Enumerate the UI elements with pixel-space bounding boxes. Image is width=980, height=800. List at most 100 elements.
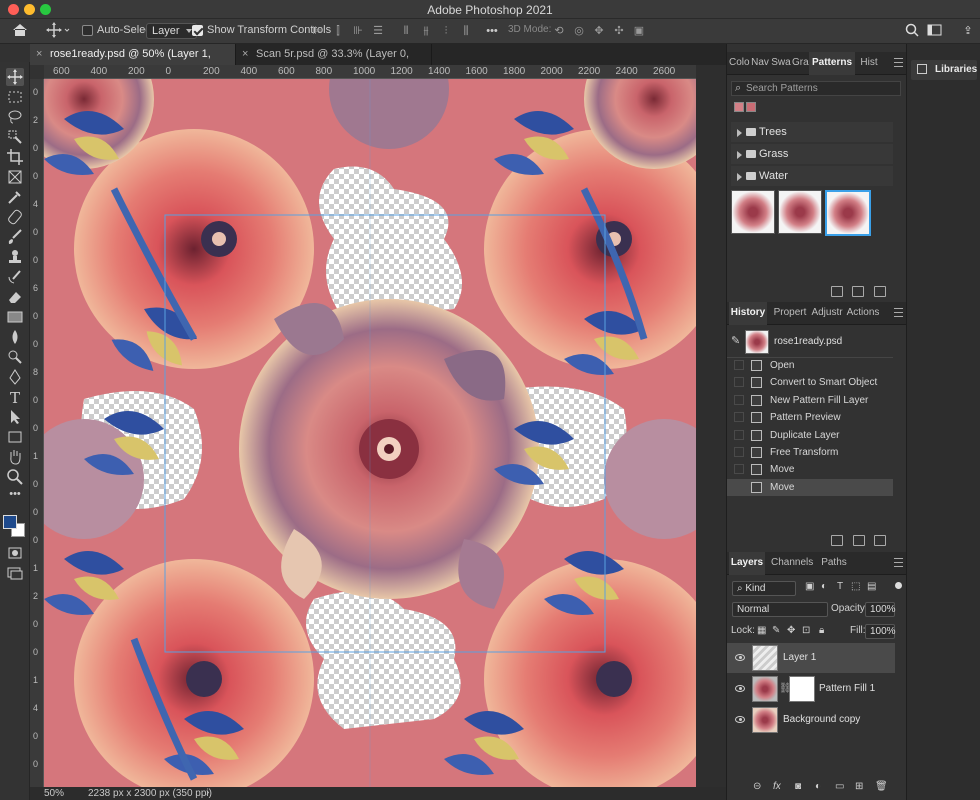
- tab-rose1ready[interactable]: × rose1ready.psd @ 50% (Layer 1, RGB/8) …: [30, 44, 236, 80]
- filter-adjustment-icon[interactable]: ◐: [821, 581, 827, 592]
- history-brush-source-checkbox[interactable]: [734, 377, 744, 388]
- tab-history[interactable]: History: [729, 302, 767, 325]
- vertical-scrollbar[interactable]: [696, 65, 726, 787]
- history-brush-source-checkbox[interactable]: [734, 394, 744, 405]
- visibility-eye-icon[interactable]: [735, 716, 745, 723]
- layer-filter-dropdown[interactable]: ⌕ Kind: [732, 581, 796, 596]
- filter-toggle-icon[interactable]: [895, 582, 902, 589]
- camera-icon[interactable]: [853, 535, 865, 546]
- path-selection-tool-icon[interactable]: [6, 408, 24, 426]
- tab-navigator[interactable]: Nav: [751, 52, 769, 75]
- pattern-folder-water[interactable]: Water: [731, 166, 893, 186]
- tab-swatches[interactable]: Swa: [771, 52, 791, 75]
- eyedropper-tool-icon[interactable]: [6, 188, 24, 206]
- adjustment-layer-icon[interactable]: ◐: [815, 781, 821, 792]
- lock-artboard-icon[interactable]: ⊡: [802, 625, 810, 636]
- pen-tool-icon[interactable]: [6, 368, 24, 386]
- crop-tool-icon[interactable]: [6, 148, 24, 166]
- history-state-item[interactable]: Move: [727, 461, 893, 478]
- tab-adjustments[interactable]: Adjustr: [810, 302, 844, 325]
- trash-icon[interactable]: 🗑︎: [875, 781, 888, 792]
- opacity-input[interactable]: 100%: [865, 602, 896, 617]
- libraries-button[interactable]: Libraries: [911, 60, 977, 80]
- distribute-center-icon[interactable]: ⫵: [418, 23, 434, 39]
- new-group-icon[interactable]: ▭: [835, 781, 844, 792]
- tab-properties[interactable]: Propert: [773, 302, 807, 325]
- history-brush-source-checkbox[interactable]: [734, 464, 744, 475]
- foreground-color-swatch[interactable]: [3, 515, 17, 529]
- panel-menu-icon[interactable]: [894, 558, 903, 567]
- blend-mode-dropdown[interactable]: Normal: [732, 602, 828, 617]
- history-state-item[interactable]: Duplicate Layer: [727, 427, 893, 444]
- recent-pattern-swatch[interactable]: [734, 102, 744, 112]
- lock-image-icon[interactable]: ✎: [772, 625, 780, 636]
- history-state-item[interactable]: Move: [727, 478, 893, 496]
- close-tab-icon[interactable]: ×: [242, 44, 248, 64]
- brush-tool-icon[interactable]: [6, 228, 24, 246]
- history-state-item[interactable]: Open: [727, 357, 893, 374]
- visibility-eye-icon[interactable]: [735, 685, 745, 692]
- history-snapshot[interactable]: ✎ rose1ready.psd: [727, 328, 895, 354]
- recent-pattern-swatch[interactable]: [746, 102, 756, 112]
- tab-color[interactable]: Colo: [729, 52, 750, 75]
- align-right-icon[interactable]: ⊪: [350, 23, 366, 39]
- history-state-item[interactable]: Free Transform: [727, 444, 893, 461]
- healing-brush-tool-icon[interactable]: [6, 208, 24, 226]
- 3d-scale-icon[interactable]: ▣: [631, 23, 647, 39]
- fx-icon[interactable]: fx: [773, 781, 781, 792]
- fill-input[interactable]: 100%: [865, 624, 896, 639]
- screen-mode-icon[interactable]: [6, 564, 24, 582]
- frame-tool-icon[interactable]: [6, 168, 24, 186]
- lock-transparent-icon[interactable]: ▦: [757, 625, 766, 636]
- zoom-level[interactable]: 50%: [44, 788, 64, 799]
- gradient-tool-icon[interactable]: [6, 308, 24, 326]
- history-brush-tool-icon[interactable]: [6, 268, 24, 286]
- lock-position-icon[interactable]: ✥: [787, 625, 795, 636]
- 3d-pan-icon[interactable]: ✥: [591, 23, 607, 39]
- more-options-icon[interactable]: •••: [484, 23, 500, 39]
- move-tool-icon[interactable]: [6, 68, 24, 86]
- link-layers-icon[interactable]: ⊝: [753, 781, 761, 792]
- new-group-folder-icon[interactable]: [831, 286, 843, 297]
- history-state-item[interactable]: Pattern Preview: [727, 409, 893, 426]
- tab-actions[interactable]: Actions: [846, 302, 880, 325]
- history-brush-source-checkbox[interactable]: [734, 447, 744, 457]
- 3d-roll-icon[interactable]: ◎: [571, 23, 587, 39]
- filter-shape-icon[interactable]: ⬚: [851, 581, 860, 592]
- 3d-slide-icon[interactable]: ✣: [611, 23, 627, 39]
- distribute-left-icon[interactable]: ⫴: [398, 23, 414, 39]
- history-brush-source-checkbox[interactable]: [734, 412, 744, 423]
- auto-select-target-dropdown[interactable]: Layer: [146, 23, 197, 39]
- pattern-folder-grass[interactable]: Grass: [731, 144, 893, 164]
- tab-histogram[interactable]: Hist: [857, 52, 881, 75]
- distribute-right-icon[interactable]: ⫶: [438, 23, 454, 39]
- tab-scan5r[interactable]: × Scan 5r.psd @ 33.3% (Layer 0, RGB/8) *: [236, 44, 432, 80]
- tab-paths[interactable]: Paths: [819, 552, 849, 575]
- panel-menu-icon[interactable]: [894, 308, 903, 317]
- layer-row-pattern-fill[interactable]: ⛓︎ Pattern Fill 1: [727, 674, 895, 704]
- show-transform-checkbox[interactable]: [192, 24, 203, 36]
- lock-all-icon[interactable]: 🔒︎: [819, 625, 824, 636]
- tab-gradients[interactable]: Gra: [792, 52, 809, 75]
- chevron-right-icon[interactable]: ›: [206, 787, 209, 798]
- edit-toolbar-icon[interactable]: •••: [6, 488, 24, 506]
- marquee-tool-icon[interactable]: [6, 88, 24, 106]
- home-icon[interactable]: [11, 22, 29, 38]
- document-canvas[interactable]: [44, 79, 696, 787]
- dodge-tool-icon[interactable]: [6, 348, 24, 366]
- visibility-eye-icon[interactable]: [735, 654, 745, 661]
- rectangle-tool-icon[interactable]: [6, 428, 24, 446]
- distribute-vertical-icon[interactable]: ⫼: [458, 23, 474, 39]
- align-left-icon[interactable]: ⊫: [309, 23, 325, 39]
- pattern-thumbnail-selected[interactable]: [825, 190, 871, 236]
- document-info[interactable]: 2238 px x 2300 px (350 ppi): [88, 788, 212, 799]
- share-icon[interactable]: ⇪: [960, 23, 976, 39]
- zoom-tool-icon[interactable]: [6, 468, 24, 486]
- new-document-from-state-icon[interactable]: [831, 535, 843, 546]
- pattern-thumbnail[interactable]: [731, 190, 775, 234]
- pattern-thumbnail[interactable]: [778, 190, 822, 234]
- pattern-search-field[interactable]: ⌕ Search Patterns: [731, 81, 901, 96]
- align-center-icon[interactable]: ⫿: [330, 23, 346, 39]
- tab-layers[interactable]: Layers: [729, 552, 765, 575]
- eraser-tool-icon[interactable]: [6, 288, 24, 306]
